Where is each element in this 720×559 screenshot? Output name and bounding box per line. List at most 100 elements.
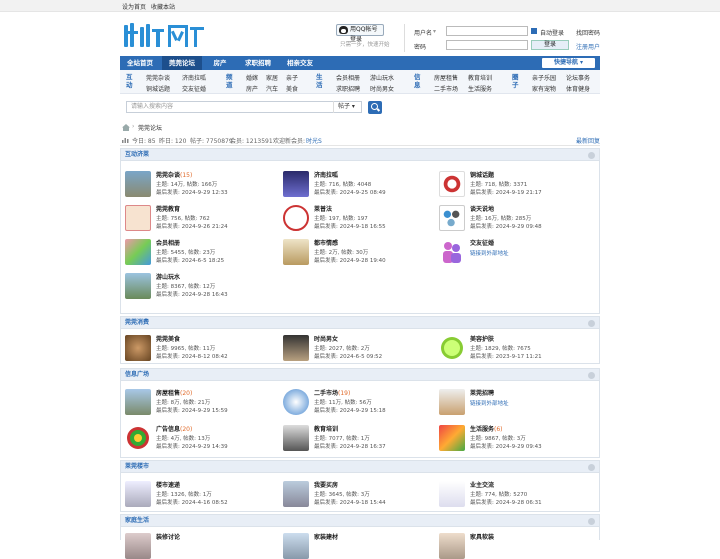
subnav-item[interactable]: 求职招聘 [336, 84, 360, 93]
external-link[interactable]: 链接到外部地址 [470, 249, 509, 257]
forum-icon [125, 273, 151, 299]
forum-section: 莱莞楼市 楼市速递 主题: 1326, 帖数: 1万 最后发表: 2024-4-… [120, 460, 600, 512]
subnav-item[interactable]: 莞莞杂谈 [146, 73, 170, 82]
collapse-icon[interactable] [588, 464, 595, 471]
forum-item[interactable]: 莞莞教育 主题: 756, 帖数: 762 最后发表: 2024-9-26 21… [121, 203, 276, 235]
section-title[interactable]: 信息广场 [121, 369, 599, 381]
login-button[interactable]: 登录 [531, 40, 569, 50]
subnav-group-title: 生活 [316, 73, 323, 89]
forum-icon [283, 171, 309, 197]
forum-item[interactable]: 谈天说地 主题: 16万, 帖数: 285万 最后发表: 2024-9-29 0… [435, 203, 590, 235]
forum-icon [125, 389, 151, 415]
collapse-icon[interactable] [588, 152, 595, 159]
forum-item[interactable]: 教育培训 主题: 7077, 帖数: 1万 最后发表: 2024-9-28 16… [279, 423, 434, 455]
subnav-item[interactable]: 时尚男女 [370, 84, 394, 93]
forum-item[interactable]: 都市情感 主题: 2万, 帖数: 30万 最后发表: 2024-9-28 19:… [279, 237, 434, 269]
search-scope-select[interactable]: 帖子 ▾ [333, 101, 362, 113]
latest-replies-link[interactable]: 最新回复 [576, 136, 600, 145]
forum-icon [439, 533, 465, 559]
new-member-link[interactable]: 时光S [306, 136, 322, 145]
forum-item[interactable]: 济南拉呱 主题: 716, 帖数: 4048 最后发表: 2024-9-25 0… [279, 169, 434, 201]
quick-nav-button[interactable]: 快捷导航 ▾ [541, 57, 596, 69]
forum-item[interactable]: 莱普法 主题: 197, 帖数: 197 最后发表: 2024-9-18 16:… [279, 203, 434, 235]
username-input[interactable] [446, 26, 528, 36]
subnav-item[interactable]: 二手市场 [434, 84, 458, 93]
username-label: 用户名 [414, 30, 433, 37]
subnav-item[interactable]: 家有宠物 [532, 84, 556, 93]
subnav-item[interactable]: 汽车 [266, 84, 278, 93]
search-button[interactable] [368, 101, 382, 114]
subnav-item[interactable]: 家居 [266, 73, 278, 82]
remember-label: 自动登录 [540, 30, 565, 37]
qq-login-button[interactable]: 用QQ帐号登录 [336, 24, 384, 43]
forum-item[interactable]: 铜城话题 主题: 718, 帖数: 3371 最后发表: 2024-9-19 2… [435, 169, 590, 201]
forum-icon [125, 239, 151, 265]
search-input[interactable]: 请输入搜索内容 [126, 101, 362, 113]
chart-icon [122, 138, 129, 143]
section-title[interactable]: 互动济莱 [121, 149, 599, 161]
subnav-item[interactable]: 济南拉呱 [182, 73, 206, 82]
collapse-icon[interactable] [588, 320, 595, 327]
subnav-item[interactable]: 亲子乐园 [532, 73, 556, 82]
nav-jobs[interactable]: 求职招聘 [240, 56, 276, 70]
subnav-item[interactable]: 美食 [286, 84, 298, 93]
forum-item[interactable]: 房屋租售(20) 主题: 8万, 帖数: 21万 最后发表: 2024-9-29… [121, 387, 276, 419]
forum-item[interactable]: 楼市速递 主题: 1326, 帖数: 1万 最后发表: 2024-4-16 08… [121, 479, 276, 511]
bookmark-link[interactable]: 收藏本站 [151, 2, 175, 11]
forum-item[interactable]: 交友征婚 链接到外部地址 [435, 237, 590, 269]
forum-icon [283, 335, 309, 361]
forum-icon [125, 335, 151, 361]
forum-icon [283, 425, 309, 451]
external-link[interactable]: 链接到外部地址 [470, 399, 509, 407]
home-icon[interactable] [122, 124, 130, 131]
subnav-item[interactable]: 生活服务 [468, 84, 492, 93]
subnav-group-title: 互动 [126, 73, 133, 89]
chevron-down-icon[interactable]: ▾ [433, 28, 436, 35]
forum-item[interactable]: 时尚男女 主题: 2027, 帖数: 2万 最后发表: 2024-6-5 09:… [279, 333, 434, 365]
forum-icon [125, 425, 151, 451]
site-logo[interactable] [124, 21, 206, 49]
forum-icon [283, 205, 309, 231]
register-link[interactable]: 注册用户 [576, 42, 600, 51]
forum-item[interactable]: 游山玩水 主题: 8367, 帖数: 12万 最后发表: 2024-9-28 1… [121, 271, 276, 303]
section-title[interactable]: 莱莞楼市 [121, 461, 599, 473]
subnav-item[interactable]: 铜城话题 [146, 84, 170, 93]
forum-item[interactable]: 广告信息(20) 主题: 4万, 帖数: 13万 最后发表: 2024-9-29… [121, 423, 276, 455]
forum-item[interactable]: 生活服务(6) 主题: 9867, 帖数: 3万 最后发表: 2024-9-29… [435, 423, 590, 455]
forum-item[interactable]: 莞莞杂谈(15) 主题: 14万, 帖数: 166万 最后发表: 2024-9-… [121, 169, 276, 201]
forum-icon [439, 239, 465, 265]
subnav-item[interactable]: 亲子 [286, 73, 298, 82]
forum-item[interactable]: 美容护肤 主题: 1829, 帖数: 7675 最后发表: 2023-9-17 … [435, 333, 590, 365]
subnav-item[interactable]: 房屋租售 [434, 73, 458, 82]
forum-item[interactable]: 业主交流 主题: 774, 帖数: 5270 最后发表: 2024-9-28 0… [435, 479, 590, 511]
collapse-icon[interactable] [588, 518, 595, 525]
forum-icon [125, 205, 151, 231]
nav-forum[interactable]: 莞莞论坛 [162, 56, 202, 70]
breadcrumb-current[interactable]: 莞莞论坛 [138, 123, 162, 132]
forum-item[interactable]: 莞莞美食 主题: 9965, 帖数: 11万 最后发表: 2024-8-12 0… [121, 333, 276, 365]
password-input[interactable] [446, 40, 528, 50]
forum-section: 互动济莱 莞莞杂谈(15) 主题: 14万, 帖数: 166万 最后发表: 20… [120, 148, 600, 314]
subnav-item[interactable]: 游山玩水 [370, 73, 394, 82]
forum-item[interactable]: 二手市场(19) 主题: 11万, 帖数: 56万 最后发表: 2024-9-2… [279, 387, 434, 419]
subnav-item[interactable]: 会员相册 [336, 73, 360, 82]
subnav-item[interactable]: 婚嫁 [246, 73, 258, 82]
forum-icon [439, 425, 465, 451]
subnav-item[interactable]: 房产 [246, 84, 258, 93]
find-password-link[interactable]: 找回密码 [576, 28, 600, 37]
nav-property[interactable]: 房产 [208, 56, 232, 70]
forum-item[interactable]: 我要买房 主题: 3645, 帖数: 3万 最后发表: 2024-9-18 15… [279, 479, 434, 511]
subnav-item[interactable]: 体育健身 [566, 84, 590, 93]
collapse-icon[interactable] [588, 372, 595, 379]
nav-home[interactable]: 全站首页 [120, 56, 160, 70]
subnav-item[interactable]: 论坛事务 [566, 73, 590, 82]
subnav-item[interactable]: 教育培训 [468, 73, 492, 82]
set-homepage-link[interactable]: 设为首页 [122, 2, 146, 11]
forum-item[interactable]: 莱莞招聘 链接到外部地址 [435, 387, 590, 419]
subnav-item[interactable]: 交友征婚 [182, 84, 206, 93]
section-title[interactable]: 家庭生活 [121, 515, 599, 527]
forum-item[interactable]: 会员相册 主题: 5455, 帖数: 23万 最后发表: 2024-6-5 18… [121, 237, 276, 269]
remember-checkbox[interactable] [531, 28, 537, 34]
nav-dating[interactable]: 相亲交友 [282, 56, 318, 70]
section-title[interactable]: 莞莞消费 [121, 317, 599, 329]
